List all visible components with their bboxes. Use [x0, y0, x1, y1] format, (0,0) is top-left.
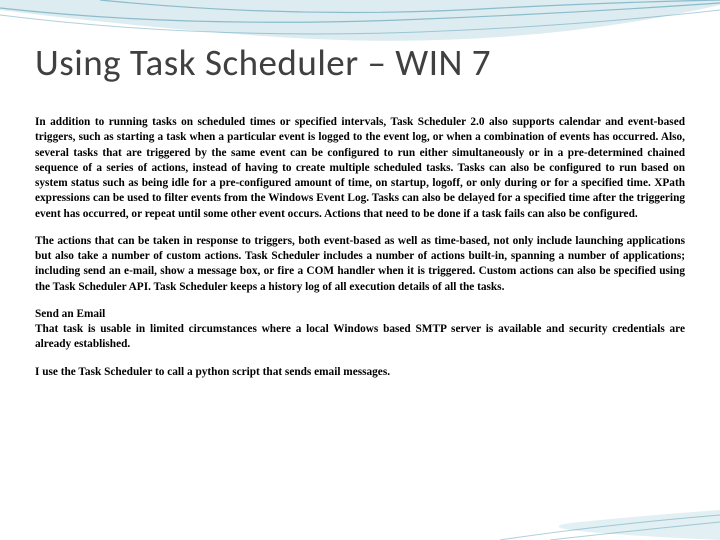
body-paragraph-2: The actions that can be taken in respons… — [35, 234, 685, 295]
decorative-swoosh-bottom — [0, 460, 720, 540]
body-paragraph-1: In addition to running tasks on schedule… — [35, 115, 685, 222]
slide-title: Using Task Scheduler – WIN 7 — [35, 40, 685, 85]
body-paragraph-3: Send an Email That task is usable in lim… — [35, 307, 685, 353]
slide-content: Using Task Scheduler – WIN 7 In addition… — [0, 0, 720, 412]
body-paragraph-4: I use the Task Scheduler to call a pytho… — [35, 365, 685, 380]
